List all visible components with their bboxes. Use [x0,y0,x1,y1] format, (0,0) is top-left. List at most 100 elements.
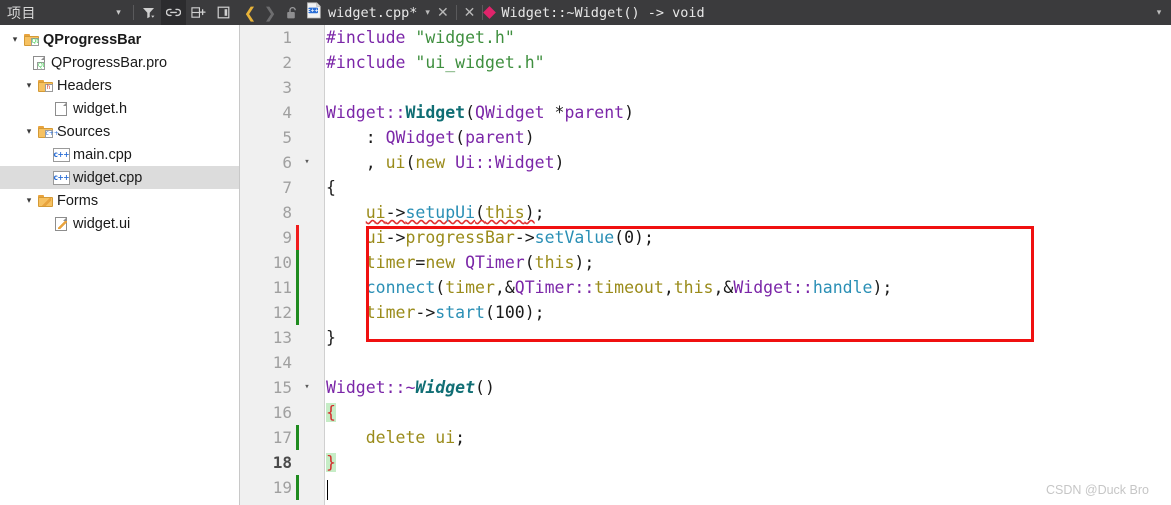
split-add-icon[interactable] [186,0,211,25]
line-number: 14 [272,353,292,372]
filter-icon[interactable] [136,0,161,25]
line-number: 12 [272,303,292,322]
code-editor[interactable]: 1 #include "widget.h" 2 #include "ui_wid… [240,25,1171,505]
unlocked-padlock-icon[interactable] [282,0,302,25]
line-content: connect(timer,&QTimer::timeout,this,&Wid… [365,278,893,297]
tree-item-label: Sources [57,123,111,140]
vcs-change-marker [296,300,299,325]
fold-arrow-icon[interactable]: ▾ [300,150,314,175]
folder-forms-icon [36,194,54,207]
toolbar-divider [133,5,134,20]
tree-item-qprogressbar[interactable]: ▾ Qt QProgressBar [0,28,239,51]
symbol-name: Widget::~Widget() -> void [501,4,705,21]
chevron-down-icon[interactable]: ▾ [22,126,36,137]
toolbar-overflow-arrow[interactable]: ▾ [1151,0,1167,25]
code-line[interactable]: 7 { [240,175,1171,200]
code-line[interactable]: 2 #include "ui_widget.h" [240,50,1171,75]
tree-item-sources[interactable]: ▾ c++ Sources [0,120,239,143]
navigate-back-button[interactable]: ❮ [240,0,260,25]
navigate-forward-button[interactable]: ❯ [260,0,280,25]
ui-form-file-icon [52,216,70,231]
line-number: 16 [272,403,292,422]
code-line[interactable]: 9 ui->progressBar->setValue(0); [240,225,1171,250]
line-content: } [326,453,336,472]
link-icon[interactable] [161,0,186,25]
line-content: ui->progressBar->setValue(0); [365,228,654,247]
chevron-down-icon[interactable]: ▾ [22,195,36,206]
tree-item-label: QProgressBar.pro [51,54,168,71]
code-line[interactable]: 13 } [240,325,1171,350]
close-panel-icon[interactable] [211,0,236,25]
tree-item-widget-cpp[interactable]: c++ widget.cpp [0,166,239,189]
code-line[interactable]: 11 connect(timer,&QTimer::timeout,this,&… [240,275,1171,300]
tree-item-main-cpp[interactable]: c++ main.cpp [0,143,239,166]
project-panel-title: 项目 [7,4,36,21]
qt-creator-window: 项目 ▾ ❮ ❯ c++ widget.cpp* ▾ ✕ ✕ Widget::~… [0,0,1171,505]
code-line[interactable]: 12 timer->start(100); [240,300,1171,325]
fold-arrow-icon[interactable]: ▾ [300,375,314,400]
line-number: 4 [282,103,292,122]
tree-item-widget-ui[interactable]: widget.ui [0,212,239,235]
line-content: #include "ui_widget.h" [326,53,545,72]
line-content: Widget::Widget(QWidget *parent) [326,103,634,122]
vcs-change-marker [296,275,299,300]
tree-item-label: widget.ui [73,215,131,232]
code-line[interactable]: 10 timer=new QTimer(this); [240,250,1171,275]
line-number: 15 [272,378,292,397]
code-line[interactable]: 5 : QWidget(parent) [240,125,1171,150]
code-line[interactable]: 3 [240,75,1171,100]
chevron-down-icon[interactable]: ▾ [22,80,36,91]
line-content: : QWidget(parent) [326,128,535,147]
svg-text:c++: c++ [308,8,319,14]
code-line[interactable]: 16 { [240,400,1171,425]
project-tree-panel: ▾ Qt QProgressBar Qt QProgressBar.pro ▾ … [0,25,240,505]
line-number: 7 [282,178,292,197]
cpp-source-file-icon: c++ [52,170,70,185]
line-content: { [326,178,336,197]
line-number: 5 [282,128,292,147]
line-number: 9 [282,228,292,247]
symbol-selector[interactable]: Widget::~Widget() -> void [483,0,705,25]
tree-item-label: Headers [57,77,112,94]
code-line[interactable]: 19 [240,475,1171,500]
current-file-chip[interactable]: c++ widget.cpp* [302,0,417,25]
line-content: #include "widget.h" [326,28,515,47]
tree-item-forms[interactable]: ▾ Forms [0,189,239,212]
project-panel-toolbar: ▾ [106,0,240,25]
close-file-button[interactable]: ✕ [430,4,456,21]
split-close-button[interactable]: ✕ [457,4,483,21]
folder-sources-icon: c++ [36,125,59,138]
code-line[interactable]: 18 } [240,450,1171,475]
tree-item-label: widget.h [73,100,128,117]
code-line[interactable]: 8 ui->setupUi(this); [240,200,1171,225]
project-dropdown-arrow[interactable]: ▾ [106,0,131,25]
line-number: 3 [282,78,292,97]
line-number: 2 [282,53,292,72]
code-lines: 1 #include "widget.h" 2 #include "ui_wid… [240,25,1171,500]
code-line[interactable]: 4 Widget::Widget(QWidget *parent) [240,100,1171,125]
tree-item-label: main.cpp [73,146,132,163]
code-line[interactable]: 14 [240,350,1171,375]
tree-item-widget-h[interactable]: widget.h [0,97,239,120]
folder-headers-icon: h [36,79,54,92]
cpp-file-icon: c++ [306,1,322,24]
current-file-name: widget.cpp* [328,4,418,21]
line-content: ui->setupUi(this); [365,203,545,222]
code-line[interactable]: 15 ▾ Widget::~Widget() [240,375,1171,400]
line-number: 17 [272,428,292,447]
line-number: 19 [272,478,292,497]
code-line[interactable]: 1 #include "widget.h" [240,25,1171,50]
line-content: delete ui; [365,428,466,447]
tree-item-headers[interactable]: ▾ h Headers [0,74,239,97]
code-line[interactable]: 6 ▾ , ui(new Ui::Widget) [240,150,1171,175]
line-content: , ui(new Ui::Widget) [326,153,565,172]
code-line[interactable]: 17 delete ui; [240,425,1171,450]
vcs-change-marker [296,425,299,450]
header-file-icon [52,101,70,116]
tree-item-label: QProgressBar [43,31,142,48]
tree-item-label: widget.cpp [73,169,143,186]
chevron-down-icon[interactable]: ▾ [8,34,22,45]
line-content: { [326,403,336,422]
line-number: 6 [282,153,292,172]
tree-item-qprogressbar-pro[interactable]: Qt QProgressBar.pro [0,51,239,74]
